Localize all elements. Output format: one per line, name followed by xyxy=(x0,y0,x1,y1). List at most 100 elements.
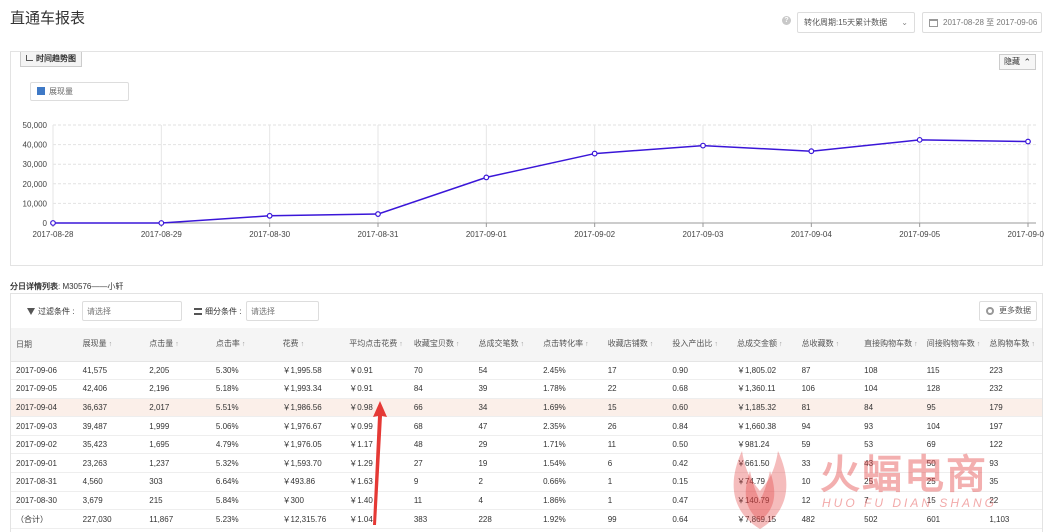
table-cell: 11 xyxy=(602,435,668,455)
table-cell: 27 xyxy=(408,453,474,474)
table-cell: 228 xyxy=(473,509,539,529)
x-tick-label: 2017-09-01 xyxy=(466,230,507,239)
table-cell: 26 xyxy=(602,416,668,436)
table-cell: 4 xyxy=(473,491,539,511)
x-tick-label: 2017-08-29 xyxy=(141,230,182,239)
table-cell: 66 xyxy=(408,398,474,418)
y-tick-label: 10,000 xyxy=(23,199,48,208)
table-cell: 5.84% xyxy=(210,491,278,511)
column-header-label: 日期 xyxy=(16,339,32,349)
table-cell: ￥981.24 xyxy=(731,435,797,455)
column-header-label: 展现量 xyxy=(82,339,107,349)
sort-arrow-icon[interactable]: ↑ xyxy=(175,341,179,348)
table-cell: 2,017 xyxy=(144,398,211,418)
table-cell: 2.35% xyxy=(538,416,603,436)
sort-arrow-icon[interactable]: ↑ xyxy=(714,341,718,348)
help-icon[interactable]: ? xyxy=(782,16,791,25)
table-cell: 1.71% xyxy=(538,435,603,455)
column-header[interactable]: 总成交金额 ↑ xyxy=(731,328,797,362)
column-header-label: 总成交笔数 xyxy=(478,339,519,349)
filter-condition-input[interactable] xyxy=(82,301,182,321)
sort-arrow-icon[interactable]: ↑ xyxy=(836,341,840,348)
column-header-label: 点击转化率 xyxy=(543,339,584,349)
funnel-icon xyxy=(27,308,35,315)
table-cell: ￥1,976.05 xyxy=(277,435,345,455)
table-cell: 215 xyxy=(144,491,211,511)
table-header-row: 日期 展现量 ↑ 点击量 ↑ 点击率 ↑ 花费 ↑ 平均点击花费 ↑ 收藏宝贝数 ↑ 总成交笔数 ↑ 点击转化… xyxy=(11,328,1042,362)
conversion-cycle-select[interactable]: 转化周期:15天累计数据 ⌄ xyxy=(797,12,915,33)
table-cell: ￥661.50 xyxy=(731,453,797,474)
gear-icon xyxy=(986,307,994,315)
table-cell: 0.42 xyxy=(667,453,732,474)
table-cell: 0.50 xyxy=(667,435,732,455)
table-cell: ￥1,993.34 xyxy=(277,379,345,399)
table-cell: 94 xyxy=(796,416,860,436)
column-header[interactable]: 总购物车数 ↑ xyxy=(984,328,1042,362)
sort-arrow-icon[interactable]: ↑ xyxy=(109,341,113,348)
sort-arrow-icon[interactable]: ↑ xyxy=(779,341,783,348)
table-cell: 84 xyxy=(408,379,474,399)
column-header[interactable]: 总收藏数 ↑ xyxy=(796,328,860,362)
table-cell: 29 xyxy=(473,435,539,455)
table-cell: 54 xyxy=(473,361,539,381)
sort-arrow-icon[interactable]: ↑ xyxy=(650,341,654,348)
table-cell: 108 xyxy=(859,361,922,381)
sort-arrow-icon[interactable]: ↑ xyxy=(1031,341,1035,348)
table-cell: 35 xyxy=(984,472,1042,492)
table-cell: 9 xyxy=(408,472,474,492)
line-chart: 50,000 40,000 30,000 20,000 10,000 0 2017-08-2… xyxy=(23,121,1044,239)
column-header[interactable]: 间接购物车数 ↑ xyxy=(921,328,985,362)
segment-condition-input[interactable] xyxy=(246,301,319,321)
date-range-picker[interactable]: 2017-08-28 至 2017-09-06 xyxy=(922,12,1042,33)
table-cell: ￥1,805.02 xyxy=(731,361,797,381)
data-point xyxy=(1025,138,1031,145)
x-tick-label: 2017-09-02 xyxy=(574,230,615,239)
table-cell: ￥493.86 xyxy=(277,472,345,492)
hide-chart-button[interactable]: 隐藏 ⌃ xyxy=(999,54,1036,70)
metric-legend-select[interactable]: 展现量 xyxy=(30,82,129,101)
column-header-label: 平均点击花费 xyxy=(349,339,398,349)
table-cell: 1.54% xyxy=(538,453,603,474)
sort-arrow-icon[interactable]: ↑ xyxy=(585,341,589,348)
table-cell: ￥0.91 xyxy=(344,361,409,381)
column-header[interactable]: 花费 ↑ xyxy=(277,328,345,362)
table-cell: 179 xyxy=(984,398,1042,418)
table-cell: 128 xyxy=(921,379,985,399)
table-cell: 23,263 xyxy=(77,453,145,474)
column-header[interactable]: 平均点击花费 ↑ xyxy=(344,328,409,362)
column-header[interactable]: 点击转化率 ↑ xyxy=(538,328,603,362)
table-cell: ￥1,593.70 xyxy=(277,453,345,474)
sort-arrow-icon[interactable]: ↑ xyxy=(301,341,305,348)
watermark-subtext: HUO FU DIAN SHANG xyxy=(822,496,998,510)
column-header[interactable]: 收藏店铺数 ↑ xyxy=(602,328,668,362)
sort-arrow-icon[interactable]: ↑ xyxy=(399,341,403,348)
column-header[interactable]: 点击量 ↑ xyxy=(144,328,211,362)
column-header[interactable]: 直接购物车数 ↑ xyxy=(859,328,922,362)
table-cell: 5.32% xyxy=(210,453,278,474)
table-cell: 22 xyxy=(602,379,668,399)
table-cell: ￥12,315.76 xyxy=(277,509,345,529)
sort-arrow-icon[interactable]: ↑ xyxy=(242,341,246,348)
table-cell: 1.86% xyxy=(538,491,603,511)
sort-arrow-icon[interactable]: ↑ xyxy=(914,341,918,348)
column-header[interactable]: 投入产出比 ↑ xyxy=(667,328,732,362)
table-cell: 81 xyxy=(796,398,860,418)
sort-arrow-icon[interactable]: ↑ xyxy=(520,341,524,348)
sort-arrow-icon[interactable]: ↑ xyxy=(456,341,460,348)
table-cell: 4.79% xyxy=(210,435,278,455)
column-header[interactable]: 展现量 ↑ xyxy=(77,328,145,362)
more-data-button[interactable]: 更多数据 xyxy=(979,301,1037,321)
table-cell: 39,487 xyxy=(77,416,145,436)
segment-icon xyxy=(194,308,202,315)
column-header[interactable]: 总成交笔数 ↑ xyxy=(473,328,539,362)
table-cell: 482 xyxy=(796,509,860,529)
table-cell: 0.47 xyxy=(667,491,732,511)
column-header[interactable]: 收藏宝贝数 ↑ xyxy=(408,328,474,362)
table-cell: 35,423 xyxy=(77,435,145,455)
column-header[interactable]: 点击率 ↑ xyxy=(210,328,278,362)
table-cell: 303 xyxy=(144,472,211,492)
tab-time-trend[interactable]: 时间趋势图 xyxy=(20,52,82,67)
x-tick-label: 2017-09-04 xyxy=(791,230,832,239)
sort-arrow-icon[interactable]: ↑ xyxy=(977,341,981,348)
y-tick-label: 50,000 xyxy=(23,121,48,130)
